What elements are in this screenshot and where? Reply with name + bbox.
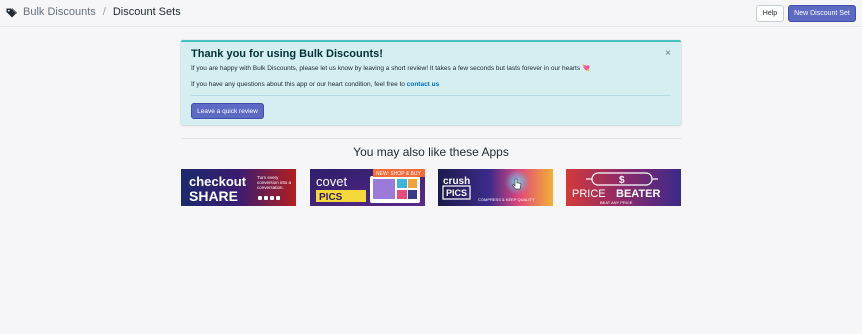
leave-review-button[interactable]: Leave a quick review <box>191 103 264 119</box>
app3-name-a: crush <box>443 176 470 187</box>
banner-contact-line: If you have any questions about this app… <box>191 81 439 88</box>
app3-name-b: PICS <box>446 188 467 198</box>
app1-tagline: Turn every conversion into a conversatio… <box>257 175 292 190</box>
breadcrumb-app-link[interactable]: Bulk Discounts <box>23 6 96 18</box>
app-card-covet-pics[interactable]: covet PICS NEW: SHOP & BUY <box>310 169 425 206</box>
app4-name-a: PRICE <box>572 188 606 200</box>
banner-message: If you are happy with Bulk Discounts, pl… <box>191 64 590 72</box>
app1-name-a: checkout <box>189 174 247 189</box>
banner-message-text: If you are happy with Bulk Discounts, pl… <box>191 65 581 72</box>
app-card-checkout-share[interactable]: checkout SHARE Turn every conversion int… <box>181 169 296 206</box>
heart-icon: 💘 <box>581 65 591 72</box>
tag-icon <box>6 7 18 18</box>
app3-tagline: COMPRESS & KEEP QUALITY <box>478 197 535 202</box>
close-icon[interactable]: × <box>665 48 671 59</box>
app-card-crush-pics[interactable]: crush PICS COMPRESS & KEEP QUALITY <box>438 169 553 206</box>
breadcrumb-separator: / <box>102 6 106 18</box>
page-title: Discount Sets <box>112 6 181 18</box>
banner-divider <box>191 95 671 96</box>
help-button[interactable]: Help <box>756 5 784 22</box>
app2-name-b: PICS <box>319 192 343 203</box>
section-divider <box>181 138 681 139</box>
app4-symbol: $ <box>619 175 625 186</box>
app2-badge: NEW: SHOP & BUY <box>376 171 421 177</box>
app4-name-b: BEATER <box>616 188 660 200</box>
apps-section-title: You may also like these Apps <box>353 145 509 159</box>
banner-title: Thank you for using Bulk Discounts! <box>191 48 383 60</box>
review-banner: Thank you for using Bulk Discounts! × If… <box>181 40 681 125</box>
contact-us-link[interactable]: contact us <box>407 81 440 88</box>
banner-contact-text: If you have any questions about this app… <box>191 81 405 88</box>
app2-name-a: covet <box>316 174 347 189</box>
breadcrumb: Bulk Discounts / Discount Sets <box>6 6 181 18</box>
app-card-price-beater[interactable]: $ PRICE BEATER BEAT ANY PRICE <box>566 169 681 206</box>
new-discount-set-button[interactable]: New Discount Set <box>788 5 856 22</box>
top-bar: Bulk Discounts / Discount Sets Help New … <box>0 0 862 27</box>
app1-name-b: SHARE <box>189 188 238 204</box>
app4-tagline: BEAT ANY PRICE <box>600 200 633 205</box>
